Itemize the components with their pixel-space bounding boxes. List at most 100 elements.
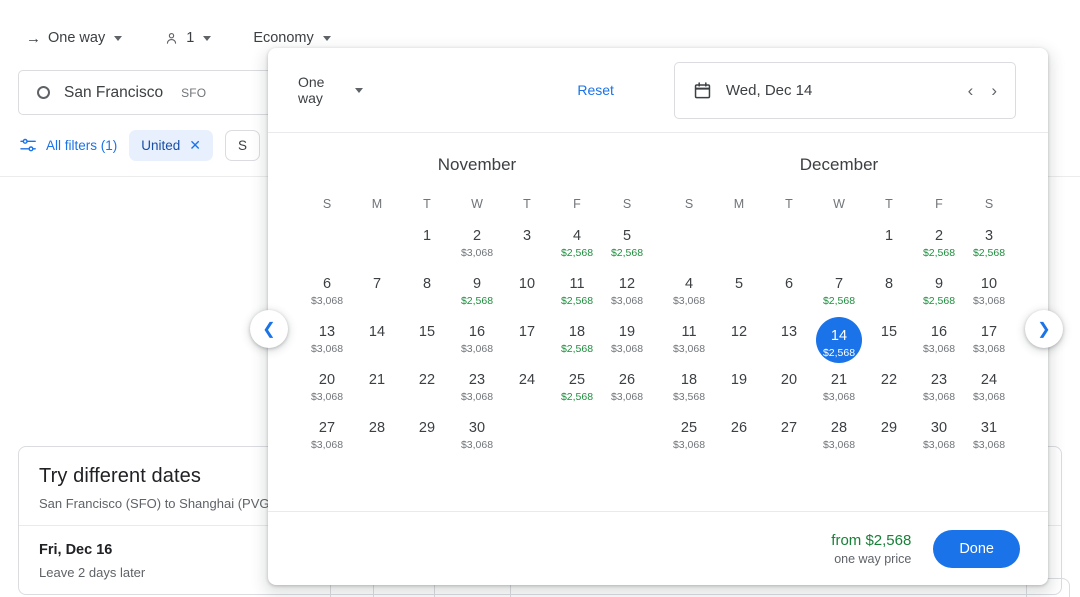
calendar-day[interactable]: 25 $2,568 [552, 371, 602, 419]
calendar-day[interactable]: 4 $3,068 [664, 275, 714, 323]
calendar-day[interactable]: 7 [352, 275, 402, 323]
calendar-day[interactable]: 8 [864, 275, 914, 323]
calendar-day[interactable]: 13 $3,068 [302, 323, 352, 371]
calendar-day[interactable]: 28 [352, 419, 402, 467]
day-price: $3,068 [610, 295, 644, 307]
all-filters-button[interactable]: All filters (1) [20, 138, 117, 153]
calendar-day[interactable]: 3 $2,568 [964, 227, 1014, 275]
filter-chip-stops[interactable]: S [225, 130, 261, 161]
calendar-day-selected[interactable]: 14 $2,568 [814, 317, 864, 371]
calendar-day[interactable]: 12 $3,068 [602, 275, 652, 323]
calendar-day[interactable]: 16 $3,068 [452, 323, 502, 371]
weekday-label: S [984, 197, 994, 211]
calendar-day[interactable]: 6 $3,068 [302, 275, 352, 323]
calendar-day[interactable]: 31 $3,068 [964, 419, 1014, 467]
origin-code-label: SFO [181, 85, 207, 100]
circle-outline-icon [37, 86, 50, 99]
calendar-day[interactable]: 9 $2,568 [452, 275, 502, 323]
day-number: 14 [830, 328, 848, 344]
calendar-day[interactable]: 2 $2,568 [914, 227, 964, 275]
modal-trip-type-selector[interactable]: One way [298, 74, 364, 106]
calendar-day[interactable]: 10 $3,068 [964, 275, 1014, 323]
day-price: $2,568 [610, 247, 644, 259]
date-next-button[interactable]: › [991, 82, 997, 99]
day-number: 18 [568, 324, 586, 340]
calendar-day[interactable]: 9 $2,568 [914, 275, 964, 323]
calendar-week-row: 1 2 $2,568 3 $2,568 [664, 227, 1014, 275]
day-price: $3,068 [310, 439, 344, 451]
calendar-day[interactable]: 30 $3,068 [914, 419, 964, 467]
day-number: 30 [468, 420, 486, 436]
calendar-day[interactable]: 20 $3,068 [302, 371, 352, 419]
calendar-day[interactable]: 16 $3,068 [914, 323, 964, 371]
day-price: $3,068 [922, 343, 956, 355]
done-button[interactable]: Done [933, 529, 1020, 568]
calendar-day[interactable]: 24 $3,068 [964, 371, 1014, 419]
weekday-label: S [684, 197, 694, 211]
calendar-day[interactable]: 14 [352, 323, 402, 371]
calendar-months: November SMTWTFS 1 2 $3,068 3 4 $2,568 5 $2,568… [268, 133, 1048, 511]
calendar-day[interactable]: 20 [764, 371, 814, 419]
calendar-day[interactable]: 4 $2,568 [552, 227, 602, 275]
calendar-day[interactable]: 1 [864, 227, 914, 275]
calendar-day[interactable]: 1 [402, 227, 452, 275]
day-price: $3,068 [460, 247, 494, 259]
calendar-day[interactable]: 30 $3,068 [452, 419, 502, 467]
calendar-day[interactable]: 26 [714, 419, 764, 467]
reset-button[interactable]: Reset [577, 82, 614, 98]
calendar-day[interactable]: 17 [502, 323, 552, 371]
calendar-day[interactable]: 29 [402, 419, 452, 467]
calendar-day[interactable]: 19 $3,068 [602, 323, 652, 371]
calendar-day[interactable]: 21 $3,068 [814, 371, 864, 419]
calendar-day[interactable]: 13 [764, 323, 814, 371]
day-number: 4 [684, 276, 694, 292]
day-number: 28 [368, 420, 386, 436]
departure-date-field[interactable]: Wed, Dec 14 ‹ › [673, 61, 1016, 119]
calendar-day[interactable]: 5 $2,568 [602, 227, 652, 275]
calendar-day[interactable]: 21 [352, 371, 402, 419]
calendar-day[interactable]: 22 [864, 371, 914, 419]
calendar-day[interactable]: 7 $2,568 [814, 275, 864, 323]
calendar-day[interactable]: 6 [764, 275, 814, 323]
date-prev-button[interactable]: ‹ [968, 82, 974, 99]
calendar-day[interactable]: 10 [502, 275, 552, 323]
day-price: $3,068 [672, 343, 706, 355]
calendar-day[interactable]: 22 [402, 371, 452, 419]
calendar-day[interactable]: 27 [764, 419, 814, 467]
day-price: $2,568 [560, 343, 594, 355]
calendar-day[interactable]: 11 $3,068 [664, 323, 714, 371]
calendar-day[interactable]: 26 $3,068 [602, 371, 652, 419]
close-icon[interactable]: ✕ [189, 137, 201, 154]
calendar-day[interactable]: 28 $3,068 [814, 419, 864, 467]
day-number: 20 [780, 372, 798, 388]
cabin-class-selector[interactable]: Economy [245, 27, 338, 49]
calendar-day[interactable]: 23 $3,068 [452, 371, 502, 419]
previous-results-button[interactable]: ❮ [250, 310, 288, 348]
calendar-day[interactable]: 3 [502, 227, 552, 275]
calendar-day[interactable]: 11 $2,568 [552, 275, 602, 323]
calendar-day[interactable]: 27 $3,068 [302, 419, 352, 467]
calendar-day[interactable]: 5 [714, 275, 764, 323]
day-price: $3,068 [822, 391, 856, 403]
calendar-day[interactable]: 17 $3,068 [964, 323, 1014, 371]
calendar-day[interactable]: 2 $3,068 [452, 227, 502, 275]
trip-type-selector[interactable]: → One way [18, 27, 130, 49]
day-number: 29 [418, 420, 436, 436]
calendar-day[interactable]: 18 $2,568 [552, 323, 602, 371]
date-picker-footer: from $2,568 one way price Done [268, 511, 1048, 585]
filter-chip-united[interactable]: United ✕ [129, 130, 214, 161]
calendar-day[interactable]: 15 [402, 323, 452, 371]
calendar-day[interactable]: 29 [864, 419, 914, 467]
next-results-button[interactable]: ❯ [1025, 310, 1063, 348]
calendar-day[interactable]: 12 [714, 323, 764, 371]
day-number: 8 [884, 276, 894, 292]
calendar-day[interactable]: 23 $3,068 [914, 371, 964, 419]
calendar-day[interactable]: 25 $3,068 [664, 419, 714, 467]
calendar-day[interactable]: 19 [714, 371, 764, 419]
calendar-day[interactable]: 15 [864, 323, 914, 371]
calendar-day[interactable]: 18 $3,568 [664, 371, 714, 419]
calendar-day[interactable]: 24 [502, 371, 552, 419]
calendar-day[interactable]: 8 [402, 275, 452, 323]
sliders-icon [20, 138, 37, 153]
passengers-selector[interactable]: 1 [156, 27, 219, 49]
